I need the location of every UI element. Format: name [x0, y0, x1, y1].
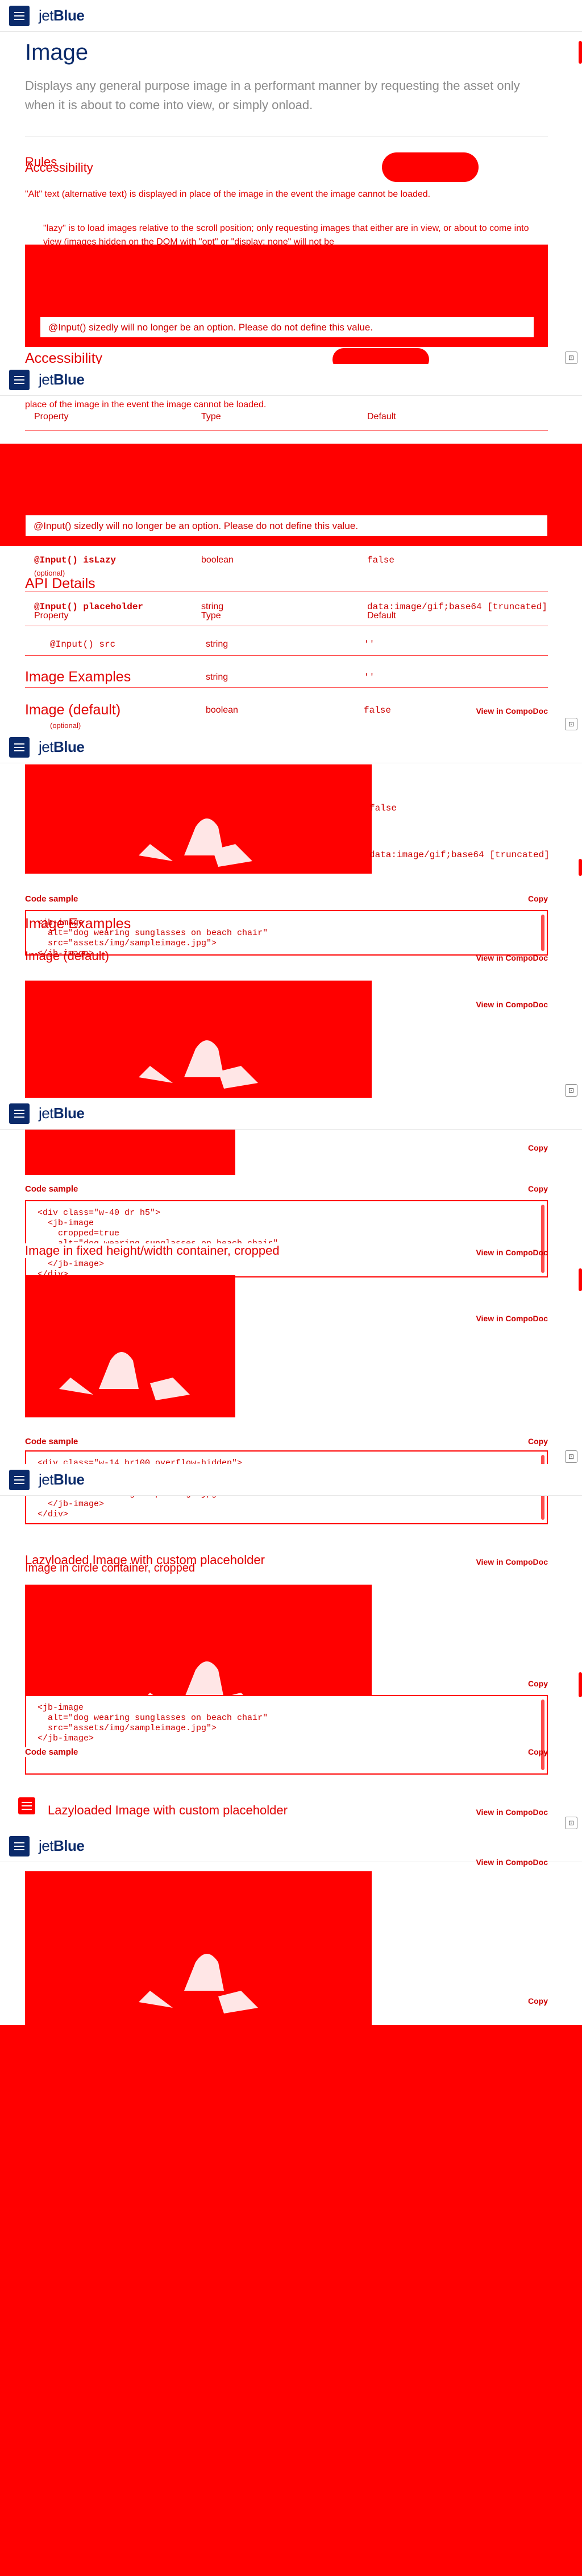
example-title-cropped: Image in fixed height/width container, c…: [25, 1243, 280, 1258]
prop-islazy: @Input() isLazy: [34, 555, 117, 565]
examples-heading: Image Examples: [25, 916, 131, 932]
redacted-fill: [0, 2025, 582, 2576]
type-string: string: [206, 672, 228, 682]
copy-button[interactable]: Copy: [528, 1437, 548, 1446]
table-header-property: Property: [34, 412, 69, 421]
view-in-compodoc-link[interactable]: View in CompoDoc: [476, 1000, 548, 1009]
dog-image: [25, 981, 372, 1098]
table-header-default: Default: [367, 412, 396, 421]
menu-icon[interactable]: [18, 1797, 35, 1814]
example-title-circle: Image in circle container, cropped: [25, 1562, 196, 1574]
sticky-header: jetBlue: [0, 364, 582, 396]
copy-button[interactable]: Copy: [528, 1747, 548, 1756]
jetblue-logo[interactable]: jetBlue: [39, 1105, 85, 1122]
rules-paragraph: "Alt" text (alternative text) is display…: [25, 189, 431, 199]
scrollbar-thumb[interactable]: [579, 1672, 582, 1697]
jetblue-logo[interactable]: jetBlue: [39, 738, 85, 756]
table-divider: [25, 655, 548, 656]
menu-icon[interactable]: [9, 369, 30, 390]
scroll-top-icon[interactable]: ⊡: [565, 1084, 577, 1097]
dog-image-cropped: [25, 1130, 235, 1175]
sticky-header: jetBlue: [0, 731, 582, 763]
api-details-heading: API Details: [25, 576, 95, 592]
optional-label: (optional): [50, 721, 81, 730]
deprecation-notice: @Input() sizedly will no longer be an op…: [25, 515, 548, 536]
type-src: string: [206, 639, 228, 649]
default-empty: '': [364, 672, 375, 683]
jetblue-logo[interactable]: jetBlue: [39, 7, 85, 24]
scroll-top-icon[interactable]: ⊡: [565, 718, 577, 730]
view-in-compodoc-link[interactable]: View in CompoDoc: [476, 1808, 548, 1817]
code-sample-label: Code sample: [25, 1437, 78, 1446]
code-sample-label: Code sample: [25, 1747, 78, 1757]
default-placeholder-repeat: data:image/gif;base64 [truncated]: [369, 850, 550, 860]
default-false: false: [369, 803, 397, 813]
menu-icon[interactable]: [9, 1103, 30, 1124]
scroll-top-icon[interactable]: ⊡: [565, 1817, 577, 1829]
default-cropped: false: [364, 705, 392, 716]
dog-image: [25, 764, 372, 874]
scrollbar-thumb[interactable]: [579, 41, 582, 64]
accessibility-paragraph: place of the image in the event the imag…: [25, 400, 267, 410]
default-islazy: false: [367, 555, 395, 565]
view-in-compodoc-link[interactable]: View in CompoDoc: [476, 953, 548, 962]
scroll-top-icon[interactable]: ⊡: [565, 352, 577, 364]
page-description: Displays any general purpose image in a …: [25, 78, 520, 112]
sticky-header: jetBlue: [0, 1464, 582, 1496]
view-in-compodoc-link[interactable]: View in CompoDoc: [476, 1858, 548, 1867]
scrollbar-thumb[interactable]: [579, 1268, 582, 1291]
deprecation-notice: @Input() sizedly will no longer be an op…: [40, 316, 534, 338]
sticky-header: jetBlue: [0, 1098, 582, 1130]
table-header-default: Default: [367, 611, 396, 621]
prop-src: @Input() src: [50, 639, 116, 650]
jetblue-logo[interactable]: jetBlue: [39, 1471, 85, 1488]
example-title-lazy: Lazyloaded Image with custom placeholder: [48, 1803, 288, 1817]
menu-icon[interactable]: [9, 5, 30, 26]
red-pill: [382, 152, 479, 182]
copy-button[interactable]: Copy: [528, 1679, 548, 1688]
table-header-property: Property: [34, 611, 69, 621]
code-sample-label: Code sample: [25, 894, 78, 904]
table-divider: [25, 430, 548, 431]
jetblue-logo[interactable]: jetBlue: [39, 371, 85, 388]
accessibility-heading-overlap: Accessibility: [25, 160, 93, 175]
copy-button[interactable]: Copy: [528, 1996, 548, 2006]
menu-icon[interactable]: [9, 737, 30, 758]
dog-image-cropped: [25, 1275, 235, 1417]
jetblue-logo[interactable]: jetBlue: [39, 1837, 85, 1855]
dog-image: [25, 1871, 372, 2025]
table-header-type: Type: [201, 611, 221, 621]
copy-button[interactable]: Copy: [528, 1184, 548, 1193]
example-title-default: Image (default): [25, 702, 121, 718]
code-block[interactable]: <jb-image alt="dog wearing sunglasses on…: [25, 1695, 548, 1775]
type-islazy: boolean: [201, 555, 234, 565]
table-header-type: Type: [201, 412, 221, 421]
copy-button[interactable]: Copy: [528, 894, 548, 903]
scroll-top-icon[interactable]: ⊡: [565, 1450, 577, 1463]
top-header: jetBlue: [0, 0, 582, 32]
menu-icon[interactable]: [9, 1835, 30, 1856]
page-title: Image: [25, 40, 89, 65]
page-canvas: jetBlue Image Displays any general purpo…: [0, 0, 582, 2025]
view-in-compodoc-link[interactable]: View in CompoDoc: [476, 1248, 548, 1257]
examples-heading: Image Examples: [25, 669, 131, 685]
code-sample-label: Code sample: [25, 1184, 78, 1194]
view-in-compodoc-link[interactable]: View in CompoDoc: [476, 1557, 548, 1566]
default-src: '': [364, 639, 375, 650]
view-in-compodoc-link[interactable]: View in CompoDoc: [476, 1314, 548, 1323]
copy-button[interactable]: Copy: [528, 1143, 548, 1152]
scrollbar-thumb[interactable]: [579, 859, 582, 876]
menu-icon[interactable]: [9, 1469, 30, 1490]
type-cropped: boolean: [206, 705, 238, 715]
view-in-compodoc-link[interactable]: View in CompoDoc: [476, 706, 548, 716]
example-title-default: Image (default): [25, 949, 109, 963]
code-block[interactable]: <div class="w-40 dr h5"> <jb-image cropp…: [25, 1200, 548, 1279]
table-divider: [25, 687, 548, 688]
scrollbar-thumb[interactable]: [579, 444, 582, 495]
